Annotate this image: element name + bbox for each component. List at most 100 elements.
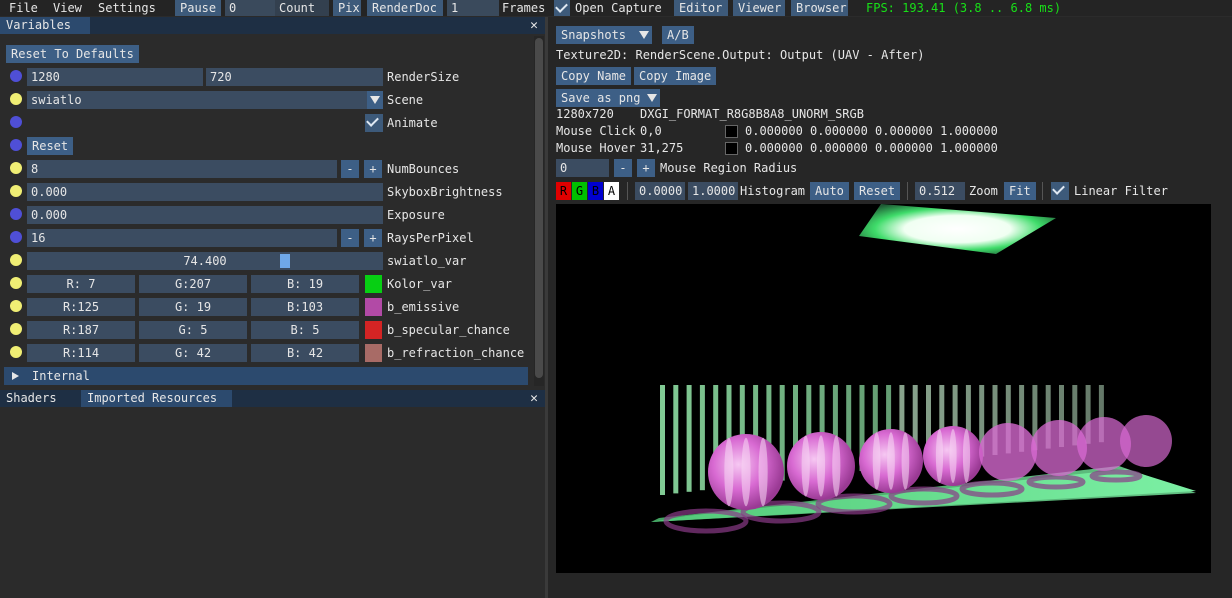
chevron-down-icon[interactable]	[636, 26, 652, 44]
row-indicator-dot	[10, 300, 22, 312]
menu-view[interactable]: View	[53, 0, 82, 16]
mouse-region-radius-field[interactable]: 0	[556, 159, 609, 177]
tab-imported-resources[interactable]: Imported Resources	[81, 390, 232, 407]
color-swatch[interactable]	[365, 321, 382, 339]
bar-mark	[673, 385, 679, 494]
histogram-max-field[interactable]: 1.0000	[688, 182, 738, 200]
exposure-label: Exposure	[387, 208, 445, 222]
color-r-field[interactable]: R:125	[27, 298, 135, 316]
row-indicator-dot	[10, 323, 22, 335]
tab-variables[interactable]: Variables	[0, 17, 90, 34]
color-swatch[interactable]	[365, 275, 382, 293]
color-g-field[interactable]: G: 5	[139, 321, 247, 339]
copy-name-button[interactable]: Copy Name	[556, 67, 632, 85]
zoom-field[interactable]: 0.512	[915, 182, 965, 200]
color-swatch[interactable]	[365, 298, 382, 316]
color-r-field[interactable]: R: 7	[27, 275, 135, 293]
close-icon[interactable]: ✕	[527, 390, 541, 407]
renderdoc-button[interactable]: RenderDoc	[367, 0, 443, 16]
close-icon[interactable]: ✕	[527, 17, 541, 34]
decrement-button[interactable]: -	[614, 159, 632, 177]
menu-settings[interactable]: Settings	[98, 0, 156, 16]
row-indicator-dot	[10, 208, 22, 220]
channel-r-toggle[interactable]: R	[556, 182, 571, 200]
linear-filter-checkbox[interactable]	[1051, 182, 1069, 200]
scrollbar-thumb[interactable]	[535, 38, 543, 378]
menu-file[interactable]: File	[9, 0, 38, 16]
fps-readout: FPS: 193.41 (3.8 .. 6.8 ms)	[866, 1, 1062, 15]
reset-histogram-button[interactable]: Reset	[854, 182, 901, 200]
color-b-field[interactable]: B: 5	[251, 321, 359, 339]
increment-button[interactable]: +	[364, 160, 382, 178]
color-g-field[interactable]: G: 42	[139, 344, 247, 362]
slider-grab-handle[interactable]	[280, 254, 290, 268]
reset-button[interactable]: Reset	[27, 137, 74, 155]
snapshots-dropdown[interactable]: Snapshots	[556, 26, 646, 44]
browser-button[interactable]: Browser	[791, 0, 848, 16]
resources-panel: Shaders Imported Resources ✕	[0, 390, 545, 598]
increment-button[interactable]: +	[637, 159, 655, 177]
auto-button[interactable]: Auto	[810, 182, 849, 200]
internal-section-header[interactable]: Internal	[4, 367, 528, 385]
editor-button[interactable]: Editor	[674, 0, 728, 16]
texture-size: 1280x720	[556, 107, 614, 121]
increment-button[interactable]: +	[364, 229, 382, 247]
color-variable-label: Kolor_var	[387, 277, 453, 291]
sphere-stripe	[962, 429, 971, 483]
row-indicator-dot	[10, 346, 22, 358]
decrement-button[interactable]: -	[341, 160, 359, 178]
channel-b-toggle[interactable]: B	[588, 182, 603, 200]
pause-button[interactable]: Pause	[175, 0, 221, 16]
color-r-field[interactable]: R:187	[27, 321, 135, 339]
color-b-field[interactable]: B:103	[251, 298, 359, 316]
tab-shaders[interactable]: Shaders	[0, 390, 78, 407]
variables-tab-bar: Variables ✕	[0, 17, 545, 34]
skybox-brightness-field[interactable]: 0.000	[27, 183, 383, 201]
frame-field[interactable]: 0	[225, 0, 275, 16]
copy-image-button[interactable]: Copy Image	[634, 67, 717, 85]
color-g-field[interactable]: G: 19	[139, 298, 247, 316]
mouse-click-color-swatch	[725, 125, 738, 138]
ab-button[interactable]: A/B	[662, 26, 694, 44]
sphere-stripe	[801, 435, 810, 497]
color-b-field[interactable]: B: 19	[251, 275, 359, 293]
color-b-field[interactable]: B: 42	[251, 344, 359, 362]
count-label[interactable]: Count	[275, 0, 329, 16]
render-output-image[interactable]	[556, 204, 1211, 573]
sphere-mark	[979, 423, 1037, 481]
variables-scrollbar[interactable]	[534, 36, 544, 386]
color-g-field[interactable]: G:207	[139, 275, 247, 293]
scene-label: Scene	[387, 93, 424, 107]
bar-mark	[686, 385, 692, 492]
decrement-button[interactable]: -	[341, 229, 359, 247]
color-variable-label: b_emissive	[387, 300, 460, 314]
exposure-field[interactable]: 0.000	[27, 206, 383, 224]
scene-select[interactable]: swiatlo	[27, 91, 367, 109]
chevron-down-icon[interactable]	[367, 91, 383, 109]
swiatlo-var-slider[interactable]: 74.400	[27, 252, 383, 270]
frames-field[interactable]: 1	[447, 0, 499, 16]
reset-to-defaults-button[interactable]: Reset To Defaults	[6, 45, 139, 63]
histogram-min-field[interactable]: 0.0000	[635, 182, 685, 200]
animate-checkbox[interactable]	[365, 114, 383, 132]
ceiling-light	[859, 204, 1056, 254]
viewer-button[interactable]: Viewer	[733, 0, 785, 16]
render-width-field[interactable]: 1280	[27, 68, 203, 86]
sphere-stripe	[758, 437, 768, 507]
rays-per-pixel-field[interactable]: 16	[27, 229, 337, 247]
pix-button[interactable]: Pix	[333, 0, 361, 16]
bar-mark	[699, 385, 705, 491]
sphere-mark	[1120, 415, 1172, 467]
row-indicator-dot	[10, 116, 22, 128]
channel-g-toggle[interactable]: G	[572, 182, 587, 200]
channel-a-toggle[interactable]: A	[604, 182, 619, 200]
sphere-stripe	[724, 437, 734, 507]
color-swatch[interactable]	[365, 344, 382, 362]
fit-button[interactable]: Fit	[1004, 182, 1036, 200]
open-capture-checkbox[interactable]	[554, 0, 570, 16]
color-r-field[interactable]: R:114	[27, 344, 135, 362]
animate-label: Animate	[387, 116, 438, 130]
num-bounces-field[interactable]: 8	[27, 160, 337, 178]
render-height-field[interactable]: 720	[206, 68, 383, 86]
mouse-click-label: Mouse Click	[556, 124, 636, 138]
